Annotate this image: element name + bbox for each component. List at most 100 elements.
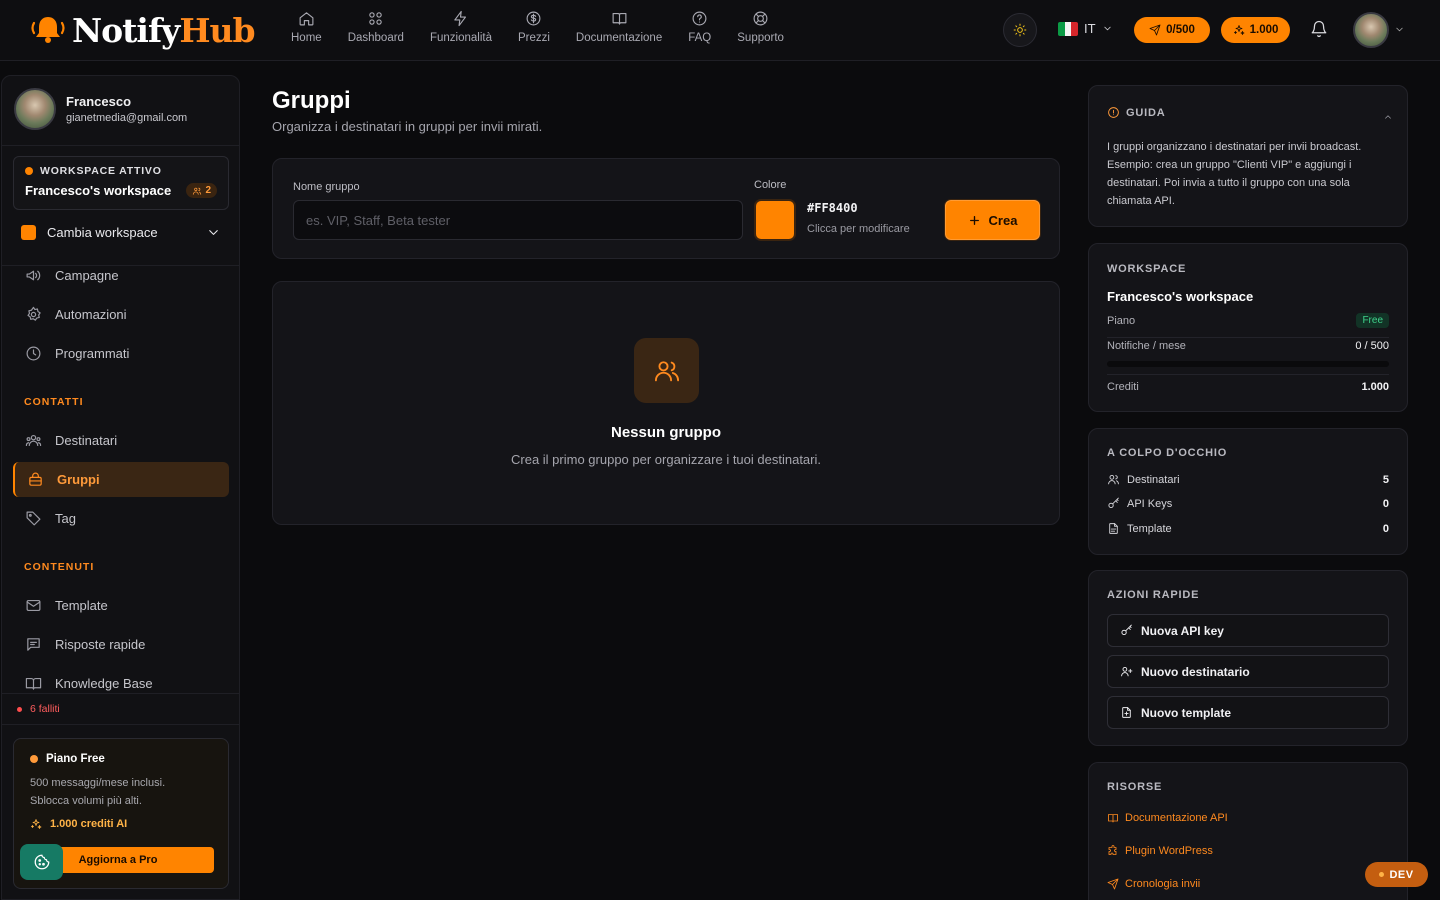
sidebar-user[interactable]: Francesco gianetmedia@gmail.com [14, 88, 187, 130]
quick-actions-card: AZIONI RAPIDE Nuova API key Nuovo destin… [1088, 570, 1408, 746]
clock-icon [26, 346, 41, 361]
notifications-usage-pill[interactable]: 0/500 [1134, 17, 1210, 43]
plus-icon [969, 215, 979, 225]
cookie-settings-button[interactable] [20, 844, 63, 880]
guide-title: GUIDA [1126, 106, 1166, 119]
sparkles-icon [1233, 25, 1245, 35]
create-group-form: Nome gruppo Colore #FF8400 Clicca per mo… [272, 158, 1060, 259]
user-email: gianetmedia@gmail.com [66, 112, 188, 124]
nav-label: Funzionalità [429, 32, 492, 44]
section-title-contacts: CONTATTI [24, 396, 84, 408]
status-dot [1379, 872, 1385, 877]
page-subtitle: Organizza i destinatari in gruppi per in… [272, 119, 543, 134]
nav-features[interactable]: Funzionalità [417, 10, 505, 44]
status-dot [17, 706, 22, 712]
glance-value: 5 [1382, 473, 1389, 486]
resource-link-wordpress-plugin[interactable]: Plugin WordPress [1107, 845, 1213, 857]
new-template-button[interactable]: Nuovo template [1107, 696, 1389, 729]
workspace-name: Francesco's workspace [25, 183, 172, 198]
color-label: Colore [754, 179, 787, 191]
sidebar-item-campaigns[interactable]: Campagne [13, 258, 229, 293]
link-label: Plugin WordPress [1125, 845, 1213, 857]
dev-environment-badge[interactable]: DEV [1365, 862, 1428, 887]
group-name-input[interactable] [293, 200, 743, 240]
plan-row: Piano Free [1107, 313, 1389, 328]
brand-logo[interactable]: NotifyHub [28, 11, 256, 50]
info-icon [1108, 107, 1119, 118]
button-label: Nuovo template [1141, 705, 1232, 720]
sun-icon [1013, 23, 1027, 37]
color-hex-value[interactable]: #FF8400 [807, 201, 858, 215]
lifebuoy-icon [753, 11, 768, 26]
failed-deliveries-indicator[interactable]: 6 falliti [17, 703, 60, 715]
nav-label: Documentazione [575, 32, 663, 44]
sidebar-item-automations[interactable]: Automazioni [13, 297, 229, 332]
glance-row[interactable]: Template 0 [1107, 522, 1389, 535]
nav-home[interactable]: Home [278, 10, 335, 44]
glance-row[interactable]: Destinatari 5 [1107, 473, 1389, 486]
dev-label: DEV [1389, 868, 1414, 881]
create-group-button[interactable]: Crea [945, 200, 1040, 240]
switch-workspace-dropdown[interactable]: Cambia workspace [21, 225, 221, 240]
main-nav: Home Dashboard Funzionalità Prezzi Docum… [278, 10, 797, 44]
sidebar-item-scheduled[interactable]: Programmati [13, 336, 229, 371]
sidebar-item-label: Gruppi [57, 472, 100, 487]
user-avatar-menu[interactable] [1353, 12, 1389, 48]
sidebar-item-tags[interactable]: Tag [13, 501, 229, 536]
color-swatch-picker[interactable] [754, 199, 796, 241]
divider [2, 693, 239, 694]
resource-link-api-docs[interactable]: Documentazione API [1107, 812, 1228, 824]
nav-pricing[interactable]: Prezzi [505, 10, 563, 44]
new-recipient-button[interactable]: Nuovo destinatario [1107, 655, 1389, 688]
grid-icon [369, 12, 383, 25]
home-icon [299, 12, 314, 26]
notifications-progress-bar [1107, 361, 1389, 367]
sidebar-item-templates[interactable]: Template [13, 588, 229, 623]
section-title-content: CONTENUTI [24, 561, 95, 573]
nav-docs[interactable]: Documentazione [563, 10, 675, 44]
avatar [14, 88, 56, 130]
send-icon [1149, 24, 1161, 36]
language-selector[interactable]: IT [1058, 21, 1113, 36]
chevron-up-icon[interactable] [1383, 112, 1393, 122]
key-icon [1121, 624, 1132, 636]
workspace-color-square [21, 225, 36, 240]
active-workspace-card[interactable]: WORKSPACE ATTIVO Francesco's workspace 2 [13, 156, 229, 210]
megaphone-icon [26, 270, 41, 281]
user-icon [1108, 474, 1119, 485]
sidebar-item-groups[interactable]: Gruppi [13, 462, 229, 497]
new-api-key-button[interactable]: Nuova API key [1107, 614, 1389, 647]
file-plus-icon [1122, 707, 1131, 718]
sidebar-item-label: Automazioni [55, 307, 127, 322]
chevron-down-icon[interactable] [1394, 24, 1405, 35]
sidebar-item-recipients[interactable]: Destinatari [13, 423, 229, 458]
empty-state-title: Nessun gruppo [610, 424, 721, 441]
resource-link-send-history[interactable]: Cronologia invii [1107, 878, 1200, 890]
glance-label: API Keys [1127, 497, 1173, 510]
credits-count: 1.000 [1249, 24, 1279, 36]
top-navbar: NotifyHub Home Dashboard Funzionalità Pr… [0, 0, 1440, 61]
notifications-count: 0/500 [1166, 24, 1195, 36]
theme-toggle-button[interactable] [1003, 13, 1037, 47]
workspace-name: Francesco's workspace [1107, 289, 1254, 304]
nav-label: Prezzi [517, 32, 550, 44]
guide-header[interactable]: GUIDA [1107, 106, 1165, 119]
glance-row[interactable]: API Keys 0 [1107, 497, 1389, 510]
users-icon [25, 434, 42, 447]
file-icon [1109, 523, 1118, 534]
nav-dashboard[interactable]: Dashboard [335, 10, 417, 44]
plan-title: Piano Free [46, 753, 105, 765]
page-title: Gruppi [272, 87, 351, 114]
sidebar-item-quick-replies[interactable]: Risposte rapide [13, 627, 229, 662]
sidebar-item-knowledge-base[interactable]: Knowledge Base [13, 666, 229, 701]
credits-pill[interactable]: 1.000 [1221, 17, 1290, 43]
notifications-button[interactable] [1310, 20, 1328, 38]
guide-card: GUIDA I gruppi organizzano i destinatari… [1088, 85, 1408, 227]
nav-faq[interactable]: FAQ [675, 10, 724, 44]
divider [2, 724, 239, 725]
puzzle-icon [1108, 845, 1117, 855]
cog-icon [27, 306, 41, 321]
sparkles-icon [31, 819, 42, 829]
nav-support[interactable]: Supporto [724, 10, 797, 44]
glance-label: Template [1127, 522, 1172, 535]
